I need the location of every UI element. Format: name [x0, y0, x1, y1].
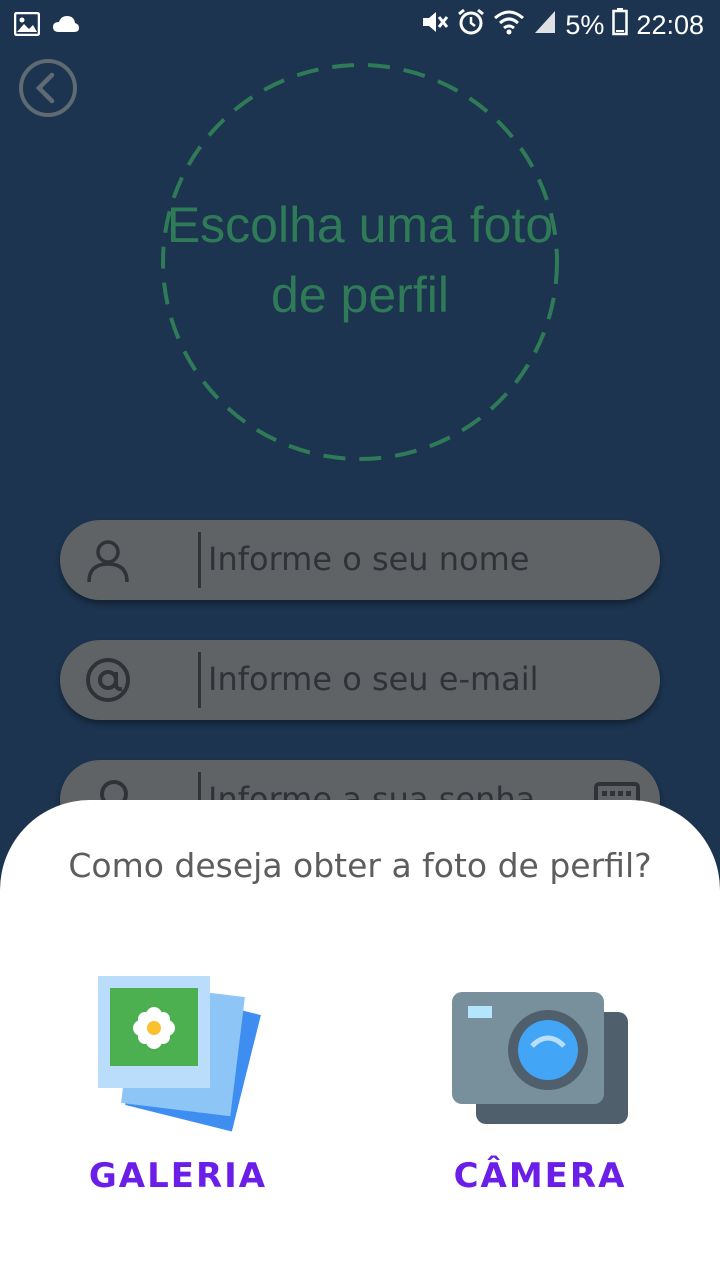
battery-percent: 5%: [565, 10, 605, 40]
image-icon: [13, 11, 41, 41]
signal-icon: [533, 9, 557, 42]
status-bar: 5% 22:08: [0, 0, 720, 50]
gallery-icon: [98, 976, 261, 1132]
name-input[interactable]: Informe o seu nome: [208, 540, 529, 578]
camera-option[interactable]: CÂMERA: [420, 970, 660, 1210]
cloud-icon: [52, 14, 80, 39]
chevron-left-circle-icon: [19, 59, 77, 117]
at-icon: [86, 658, 130, 702]
profile-photo-label: Escolha uma foto de perfil: [166, 197, 554, 323]
photo-source-sheet: Como deseja obter a foto de perfil? GALE…: [0, 800, 720, 1280]
alarm-icon: [457, 8, 485, 43]
camera-icon: [452, 992, 628, 1124]
gallery-label[interactable]: GALERIA: [58, 1156, 298, 1196]
user-icon: [87, 540, 129, 583]
mute-icon: [421, 9, 449, 42]
sheet-title: Como deseja obter a foto de perfil?: [68, 846, 652, 885]
back-button[interactable]: [18, 58, 78, 118]
gallery-option[interactable]: GALERIA: [58, 970, 298, 1210]
wifi-icon: [493, 9, 525, 42]
battery-icon: [612, 8, 629, 43]
name-field[interactable]: Informe o seu nome: [60, 520, 660, 600]
text-cursor: [198, 532, 201, 588]
camera-label[interactable]: CÂMERA: [420, 1156, 660, 1196]
clock: 22:08: [636, 10, 704, 40]
field-divider: [198, 652, 201, 708]
email-field[interactable]: Informe o seu e-mail: [60, 640, 660, 720]
email-input[interactable]: Informe o seu e-mail: [208, 660, 539, 698]
